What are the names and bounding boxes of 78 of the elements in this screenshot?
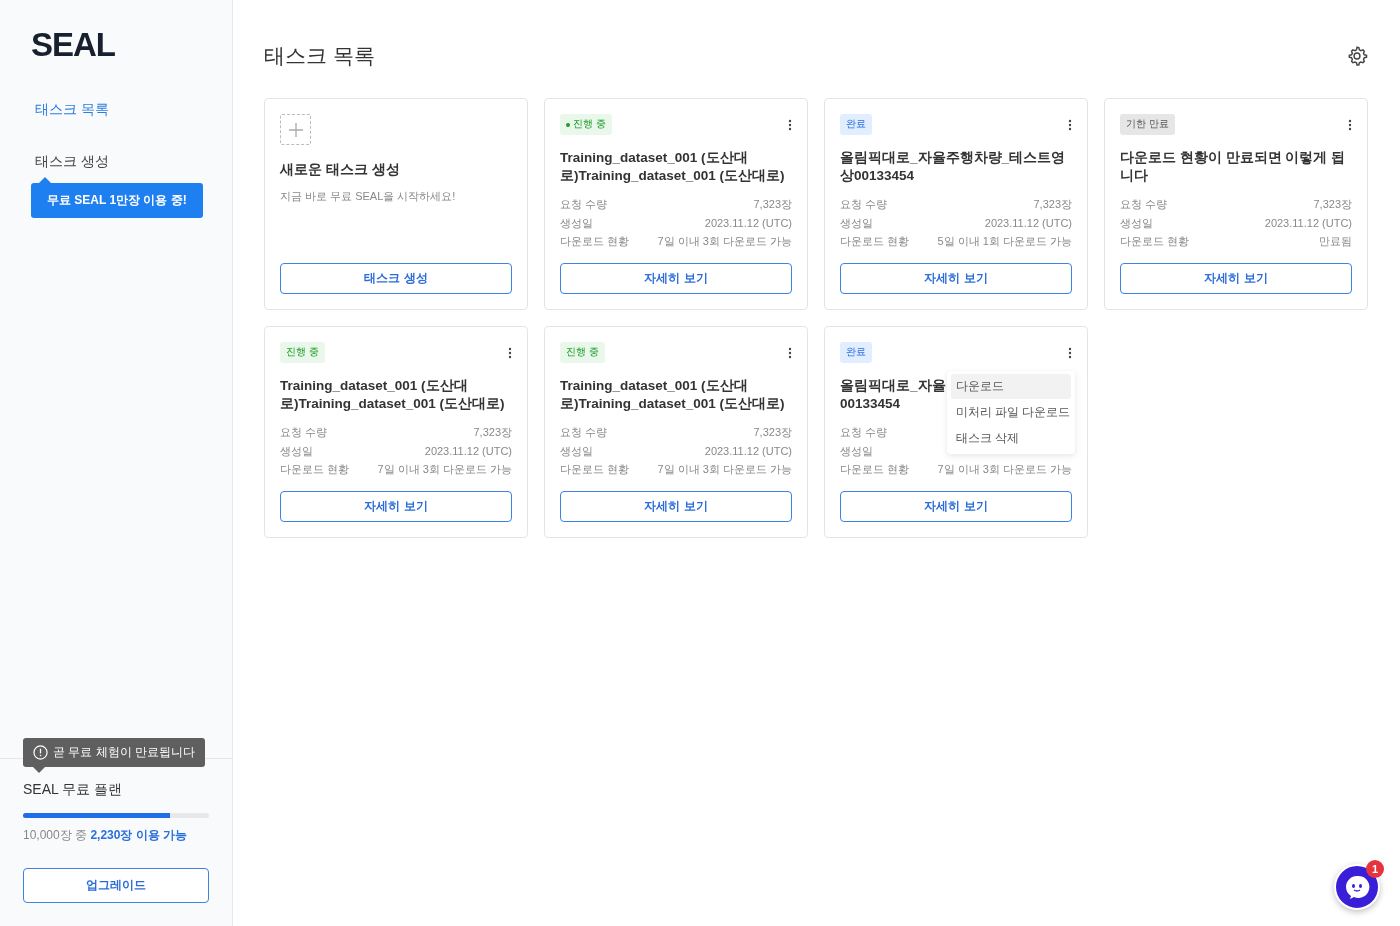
row-label: 다운로드 현황 — [1120, 234, 1190, 249]
row-label: 요청 수량 — [560, 425, 608, 440]
upgrade-button[interactable]: 업그레이드 — [23, 868, 209, 903]
menu-item[interactable]: 태스크 삭제 — [951, 426, 1071, 451]
task-title: Training_dataset_001 (도산대로)Training_dataset_001 (도산대로) — [280, 377, 506, 413]
promo-tooltip: 무료 SEAL 1만장 이용 중! — [31, 177, 203, 218]
nav-item[interactable]: 태스크 생성 — [35, 153, 109, 171]
row-label: 생성일 — [840, 443, 873, 459]
more-icon[interactable] — [788, 346, 792, 359]
row-label: 다운로드 현황 — [560, 462, 630, 477]
logo: SEAL — [31, 28, 115, 61]
task-title: 다운로드 현황이 만료되면 이렇게 됩니다 — [1120, 149, 1346, 185]
more-icon[interactable] — [1068, 118, 1072, 131]
details-button[interactable]: 자세히 보기 — [1120, 263, 1352, 294]
row-label: 요청 수량 — [560, 197, 608, 212]
row-value: 2023.11.12 (UTC) — [704, 443, 792, 459]
usage-text: 10,000장 중 2,230장 이용 가능 — [23, 827, 189, 844]
row-label: 다운로드 현황 — [560, 234, 630, 249]
more-icon[interactable] — [508, 346, 512, 359]
menu-item[interactable]: 다운로드 — [951, 374, 1071, 399]
status-tag: 진행 중 — [560, 114, 612, 135]
chat-face-icon — [1344, 874, 1370, 900]
row-label: 생성일 — [280, 443, 313, 459]
row-value: 7,323장 — [1313, 197, 1352, 212]
details-button[interactable]: 자세히 보기 — [280, 491, 512, 522]
row-label: 요청 수량 — [280, 425, 328, 440]
status-tag: 기한 만료 — [1120, 114, 1175, 135]
row-value: 2023.11.12 (UTC) — [704, 215, 792, 231]
row-label: 생성일 — [1120, 215, 1153, 231]
more-icon[interactable] — [788, 118, 792, 131]
row-label: 요청 수량 — [840, 425, 888, 440]
row-value: 7,323장 — [753, 425, 792, 440]
row-label: 생성일 — [560, 443, 593, 459]
row-value: 7일 이내 3회 다운로드 가능 — [657, 462, 792, 477]
row-value: 2023.11.12 (UTC) — [424, 443, 512, 459]
task-title: 올림픽대로_자율주행차량_테스트영상00133454 — [840, 149, 1067, 185]
nav-item[interactable]: 태스크 목록 — [35, 101, 109, 119]
row-value: 만료됨 — [1319, 234, 1352, 249]
plus-icon — [288, 122, 303, 137]
more-icon[interactable] — [1068, 346, 1072, 359]
warning-text: 곧 무료 체험이 만료됩니다 — [53, 744, 195, 761]
new-task-subtitle: 지금 바로 무료 SEAL을 시작하세요! — [280, 189, 457, 204]
row-value: 7일 이내 3회 다운로드 가능 — [657, 234, 792, 249]
task-title: 올림픽대로_자율 00133454 — [840, 377, 946, 413]
details-button[interactable]: 자세히 보기 — [560, 263, 792, 294]
status-tag: 완료 — [840, 114, 872, 135]
row-label: 생성일 — [840, 215, 873, 231]
row-value: 2023.11.12 (UTC) — [1264, 215, 1352, 231]
row-value: 7,323장 — [753, 197, 792, 212]
alert-icon — [33, 745, 48, 760]
row-value: 7,323장 — [473, 425, 512, 440]
row-value: 7일 이내 3회 다운로드 가능 — [937, 462, 1072, 477]
details-button[interactable]: 자세히 보기 — [560, 491, 792, 522]
task-title: Training_dataset_001 (도산대로)Training_dataset_001 (도산대로) — [560, 377, 786, 413]
status-tag: 완료 — [840, 342, 872, 363]
menu-item[interactable]: 미처리 파일 다운로드 — [951, 400, 1071, 425]
task-title: Training_dataset_001 (도산대로)Training_dataset_001 (도산대로) — [560, 149, 786, 185]
row-label: 생성일 — [560, 215, 593, 231]
status-tag: 진행 중 — [280, 342, 325, 363]
details-button[interactable]: 자세히 보기 — [840, 263, 1072, 294]
details-button[interactable]: 자세히 보기 — [840, 491, 1072, 522]
row-value: 5일 이내 1회 다운로드 가능 — [937, 234, 1072, 249]
row-value: 7일 이내 3회 다운로드 가능 — [377, 462, 512, 477]
plan-title: SEAL 무료 플랜 — [23, 781, 124, 799]
notification-badge: 1 — [1366, 860, 1384, 878]
page-title: 태스크 목록 — [264, 43, 375, 69]
status-tag: 진행 중 — [560, 342, 605, 363]
row-label: 다운로드 현황 — [840, 234, 910, 249]
row-label: 요청 수량 — [840, 197, 888, 212]
create-task-button[interactable]: 태스크 생성 — [280, 263, 512, 294]
row-label: 다운로드 현황 — [280, 462, 350, 477]
new-task-title: 새로운 태스크 생성 — [280, 161, 400, 179]
more-icon[interactable] — [1348, 118, 1352, 131]
row-label: 다운로드 현황 — [840, 462, 910, 477]
row-value: 2023.11.12 (UTC) — [984, 215, 1072, 231]
settings-icon[interactable] — [1346, 45, 1368, 67]
row-value: 7,323장 — [1033, 197, 1072, 212]
row-label: 요청 수량 — [1120, 197, 1168, 212]
